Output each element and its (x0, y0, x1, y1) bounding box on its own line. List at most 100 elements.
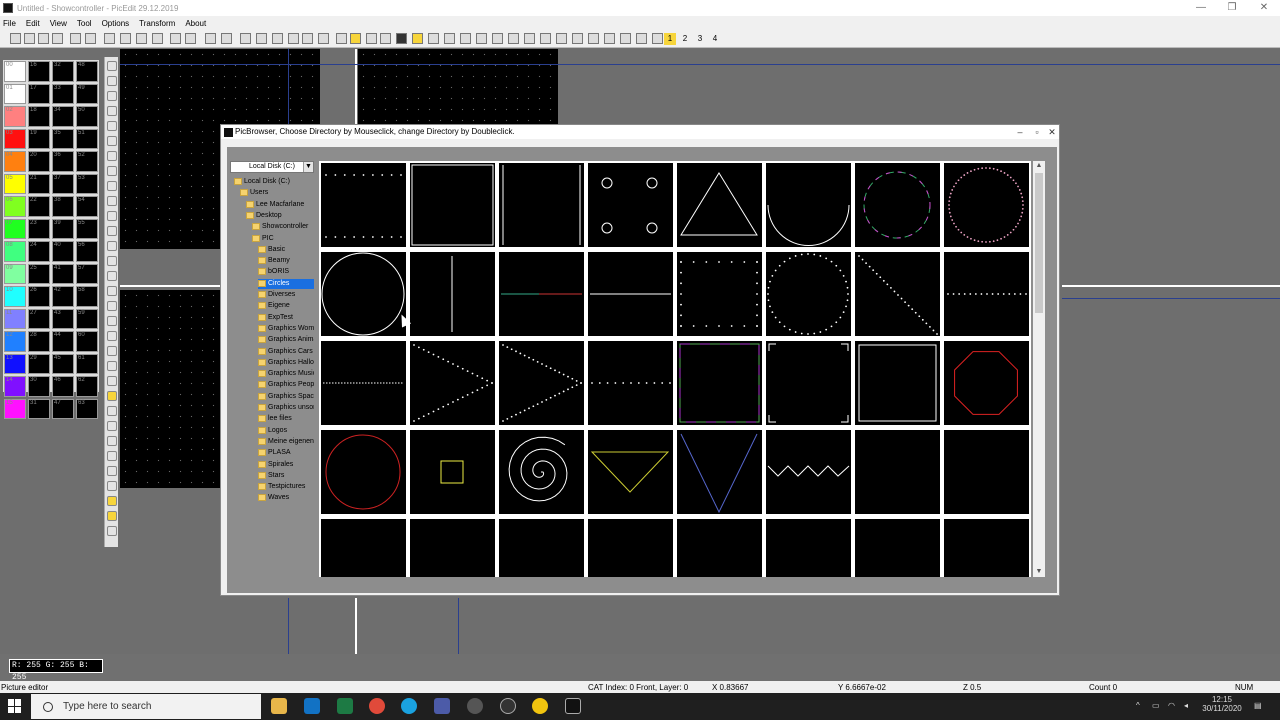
color-swatch[interactable]: 29 (28, 353, 50, 374)
chrome-icon[interactable] (369, 698, 385, 714)
tree-folder-item[interactable]: Stars (258, 471, 314, 481)
picture-thumbnail[interactable] (499, 163, 584, 247)
drawing-tool-icon[interactable] (107, 451, 117, 461)
notification-icon[interactable]: ▤ (1254, 701, 1262, 710)
picture-thumbnail[interactable] (944, 430, 1029, 514)
picture-thumbnail[interactable] (321, 163, 406, 247)
drawing-tool-icon[interactable] (107, 481, 117, 491)
tree-folder-item[interactable]: Meine eigenen (258, 437, 314, 447)
color-swatch[interactable]: 07 (4, 218, 26, 239)
tree-folder-item[interactable]: ExpTest (258, 313, 314, 323)
picture-thumbnail[interactable] (410, 341, 495, 425)
color-swatch[interactable]: 54 (76, 196, 98, 217)
picture-thumbnail[interactable] (588, 341, 673, 425)
color-swatch[interactable]: 34 (52, 106, 74, 127)
color-swatch[interactable]: 00 (4, 61, 26, 82)
toolbar-button-icon[interactable] (302, 33, 313, 44)
color-swatch[interactable]: 45 (52, 353, 74, 374)
color-swatch[interactable]: 44 (52, 331, 74, 352)
color-swatch[interactable]: 25 (28, 263, 50, 284)
tree-folder-item[interactable]: Users (240, 188, 314, 198)
tree-folder-item[interactable]: Graphics Cars (258, 347, 314, 357)
color-swatch[interactable]: 63 (76, 398, 98, 419)
layer-2-button[interactable]: 2 (679, 33, 691, 45)
drawing-tool-icon[interactable] (107, 406, 117, 416)
color-swatch[interactable]: 55 (76, 218, 98, 239)
dialog-close-button[interactable]: ✕ (1043, 125, 1061, 139)
tree-folder-item[interactable]: Testpictures (258, 482, 314, 492)
dialog-minimize-button[interactable]: – (1011, 125, 1029, 139)
color-swatch[interactable]: 33 (52, 83, 74, 104)
picture-thumbnail[interactable] (766, 519, 851, 577)
picture-thumbnail[interactable] (588, 252, 673, 336)
drawing-tool-icon[interactable] (107, 286, 117, 296)
drawing-tool-icon[interactable] (107, 271, 117, 281)
color-swatch[interactable]: 23 (28, 218, 50, 239)
picture-thumbnail[interactable] (499, 341, 584, 425)
picture-thumbnail[interactable] (855, 341, 940, 425)
picture-thumbnail[interactable] (677, 252, 762, 336)
chevron-down-icon[interactable]: ▼ (303, 162, 313, 172)
app-icon-generic[interactable] (434, 698, 450, 714)
drawing-tool-icon[interactable] (107, 121, 117, 131)
color-swatch[interactable]: 46 (52, 376, 74, 397)
drawing-tool-icon[interactable] (107, 436, 117, 446)
tray-clock[interactable]: 12:15 30/11/2020 (1198, 695, 1246, 713)
scrollbar-thumb[interactable] (1035, 173, 1043, 313)
tree-folder-item[interactable]: Graphics People (258, 380, 314, 390)
toolbar-button-icon[interactable] (508, 33, 519, 44)
drawing-tool-icon[interactable] (107, 301, 117, 311)
color-swatch[interactable]: 03 (4, 128, 26, 149)
toolbar-button-icon[interactable] (256, 33, 267, 44)
tree-folder-item[interactable]: Waves (258, 493, 314, 503)
drawing-tool-icon[interactable] (107, 376, 117, 386)
toolbar-button-icon[interactable] (24, 33, 35, 44)
color-swatch[interactable]: 21 (28, 173, 50, 194)
picture-thumbnail[interactable] (855, 252, 940, 336)
toolbar-button-icon[interactable] (380, 33, 391, 44)
color-swatch[interactable]: 09 (4, 263, 26, 284)
tree-folder-item[interactable]: Logos (258, 426, 314, 436)
picture-thumbnail[interactable] (410, 519, 495, 577)
color-swatch[interactable]: 49 (76, 83, 98, 104)
toolbar-button-icon[interactable] (205, 33, 216, 44)
drawing-tool-icon[interactable] (107, 136, 117, 146)
toolbar-button-icon[interactable] (540, 33, 551, 44)
color-swatch[interactable]: 02 (4, 106, 26, 127)
menu-file[interactable]: File (3, 19, 16, 28)
skype-icon[interactable] (401, 698, 417, 714)
toolbar-button-icon[interactable] (240, 33, 251, 44)
toolbar-button-icon[interactable] (70, 33, 81, 44)
outlook-icon[interactable] (304, 698, 320, 714)
color-swatch[interactable]: 31 (28, 398, 50, 419)
taskbar-search[interactable]: Type here to search (31, 694, 261, 719)
tree-folder-item[interactable]: Graphics unsort (258, 403, 314, 413)
drawing-tool-icon[interactable] (107, 61, 117, 71)
excel-icon[interactable] (337, 698, 353, 714)
drawing-tool-icon[interactable] (107, 511, 117, 521)
color-swatch[interactable]: 59 (76, 308, 98, 329)
toolbar-button-icon[interactable] (588, 33, 599, 44)
toolbar-button-icon[interactable] (120, 33, 131, 44)
toolbar-button-icon[interactable] (10, 33, 21, 44)
color-swatch[interactable]: 08 (4, 241, 26, 262)
drawing-tool-icon[interactable] (107, 391, 117, 401)
color-swatch[interactable]: 19 (28, 128, 50, 149)
toolbar-button-icon[interactable] (221, 33, 232, 44)
drawing-tool-icon[interactable] (107, 106, 117, 116)
tree-folder-item[interactable]: Local Disk (C:) (234, 177, 314, 187)
color-swatch[interactable]: 40 (52, 241, 74, 262)
picedit-taskbar-icon[interactable] (565, 698, 581, 714)
drawing-tool-icon[interactable] (107, 466, 117, 476)
color-swatch[interactable]: 27 (28, 308, 50, 329)
tree-folder-item[interactable]: lee files (258, 414, 314, 424)
picture-thumbnail[interactable] (321, 341, 406, 425)
toolbar-button-icon[interactable] (136, 33, 147, 44)
color-swatch[interactable]: 57 (76, 263, 98, 284)
toolbar-button-icon[interactable] (524, 33, 535, 44)
app-icon-generic[interactable] (532, 698, 548, 714)
color-swatch[interactable]: 16 (28, 61, 50, 82)
picture-thumbnail[interactable] (855, 163, 940, 247)
drawing-tool-icon[interactable] (107, 196, 117, 206)
color-swatch[interactable]: 18 (28, 106, 50, 127)
